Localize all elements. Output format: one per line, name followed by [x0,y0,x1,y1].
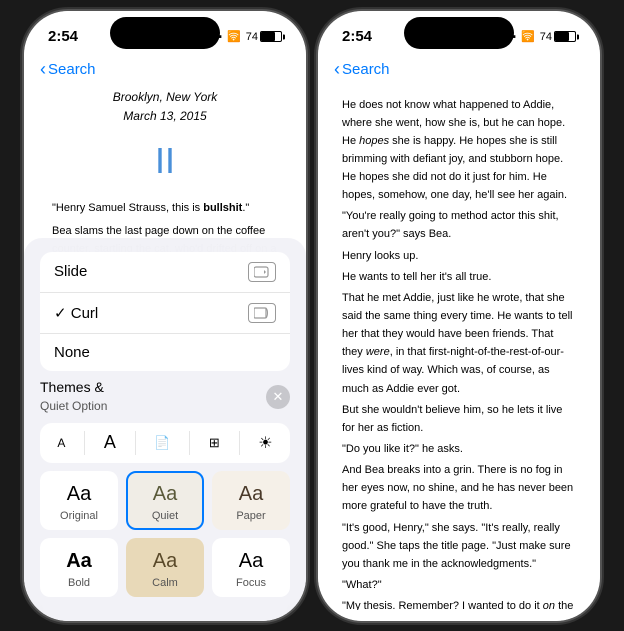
rp-para-2: Henry looks up. [342,247,576,265]
theme-original-label: Original [60,510,98,522]
curl-icon [248,303,276,323]
back-button-left[interactable]: ‹ Search [40,59,96,80]
rp-para-0: He does not know what happened to Addie,… [342,96,576,205]
battery-right: 74 [540,31,576,43]
header-line2: March 13, 2015 [52,107,278,126]
theme-quiet-label: Quiet [152,510,178,522]
rp-para-6: "Do you like it?" he asks. [342,440,576,458]
chapter-num: II [52,132,278,190]
theme-focus[interactable]: Aa Focus [212,538,290,597]
rp-para-3: He wants to tell her it's all true. [342,268,576,286]
quiet-option-label: Quiet Option [40,399,107,413]
book-content-right: He does not know what happened to Addie,… [318,88,600,610]
themes-title: Themes & [40,379,104,395]
large-font-icon: A [104,432,116,453]
font-ctrl-divider-1 [84,431,85,455]
wifi-icon-left: 🛜 [227,30,241,43]
font-controls: A A 📄 ⊞ ☀ [40,423,290,463]
theme-calm[interactable]: Aa Calm [126,538,204,597]
font-ctrl-divider-2 [135,431,136,455]
theme-bold-label: Bold [68,577,90,589]
theme-original-aa: Aa [67,483,91,506]
slide-option-none[interactable]: None [40,334,290,371]
rp-para-1: "You're really going to method actor thi… [342,207,576,243]
nav-bar-left: ‹ Search [24,55,306,88]
left-phone: 2:54 ▪▪▪ 🛜 74 ‹ Search [24,11,306,621]
wifi-icon-right: 🛜 [521,30,535,43]
battery-num-right: 74 [540,31,552,43]
right-phone: 2:54 ▪▪▪ 🛜 74 ‹ Search [318,11,600,621]
theme-paper-aa: Aa [239,483,263,506]
slide-options: Slide ✓ Curl None [40,252,290,371]
font-ctrl-divider-4 [239,431,240,455]
status-time-right: 2:54 [342,28,372,45]
layout-icon[interactable]: ⊞ [209,435,220,451]
theme-paper-label: Paper [236,510,265,522]
theme-calm-aa: Aa [153,550,177,573]
back-label-right: Search [342,61,390,78]
theme-calm-label: Calm [152,577,178,589]
slide-option-curl[interactable]: ✓ Curl [40,293,290,334]
rp-para-8: "It's good, Henry," she says. "It's real… [342,519,576,573]
battery-bar-right [554,31,576,42]
curl-label: ✓ Curl [54,304,98,322]
slide-label: Slide [54,263,87,280]
theme-focus-aa: Aa [239,550,263,573]
status-icons-left: ▪▪▪ 🛜 74 [210,30,282,43]
chevron-left-icon: ‹ [40,59,46,80]
theme-grid: Aa Original Aa Quiet Aa Paper Aa Bold [40,471,290,597]
theme-quiet-aa: Aa [153,483,177,506]
back-button-right[interactable]: ‹ Search [334,59,390,80]
theme-focus-label: Focus [236,577,266,589]
theme-quiet[interactable]: Aa Quiet [126,471,204,530]
slide-icon [248,262,276,282]
theme-paper[interactable]: Aa Paper [212,471,290,530]
book-header: Brooklyn, New York March 13, 2015 [52,88,278,126]
battery-num-left: 74 [246,31,258,43]
themes-header: Themes & Quiet Option ✕ [40,379,290,415]
rp-para-5: But she wouldn't believe him, so he lets… [342,401,576,437]
phones-container: 2:54 ▪▪▪ 🛜 74 ‹ Search [24,11,600,621]
theme-bold[interactable]: Aa Bold [40,538,118,597]
status-time-left: 2:54 [48,28,78,45]
battery-fill-left [261,32,275,41]
back-label-left: Search [48,61,96,78]
battery-left: 74 [246,31,282,43]
theme-original[interactable]: Aa Original [40,471,118,530]
battery-bar-left [260,31,282,42]
font-type-icon[interactable]: 📄 [154,435,170,451]
font-ctrl-divider-3 [189,431,190,455]
none-label: None [54,344,90,361]
dynamic-island-left [110,17,220,49]
rp-para-7: And Bea breaks into a grin. There is no … [342,461,576,515]
small-font-icon: A [57,436,65,450]
nav-bar-right: ‹ Search [318,55,600,88]
overlay-panel: Slide ✓ Curl None [24,238,306,621]
dynamic-island-right [404,17,514,49]
rp-para-4: That he met Addie, just like he wrote, t… [342,289,576,398]
battery-fill-right [555,32,569,41]
rp-para-10: "My thesis. Remember? I wanted to do it … [342,597,576,609]
status-icons-right: ▪▪▪ 🛜 74 [504,30,576,43]
rp-para-9: "What?" [342,576,576,594]
header-line1: Brooklyn, New York [52,88,278,107]
brightness-icon[interactable]: ☀ [258,433,272,453]
close-button[interactable]: ✕ [266,385,290,409]
book-para-0: "Henry Samuel Strauss, this is bullshit.… [52,199,278,217]
theme-bold-aa: Aa [66,550,92,573]
themes-label: Themes & Quiet Option [40,379,107,415]
chevron-left-icon-right: ‹ [334,59,340,80]
slide-option-slide[interactable]: Slide [40,252,290,293]
